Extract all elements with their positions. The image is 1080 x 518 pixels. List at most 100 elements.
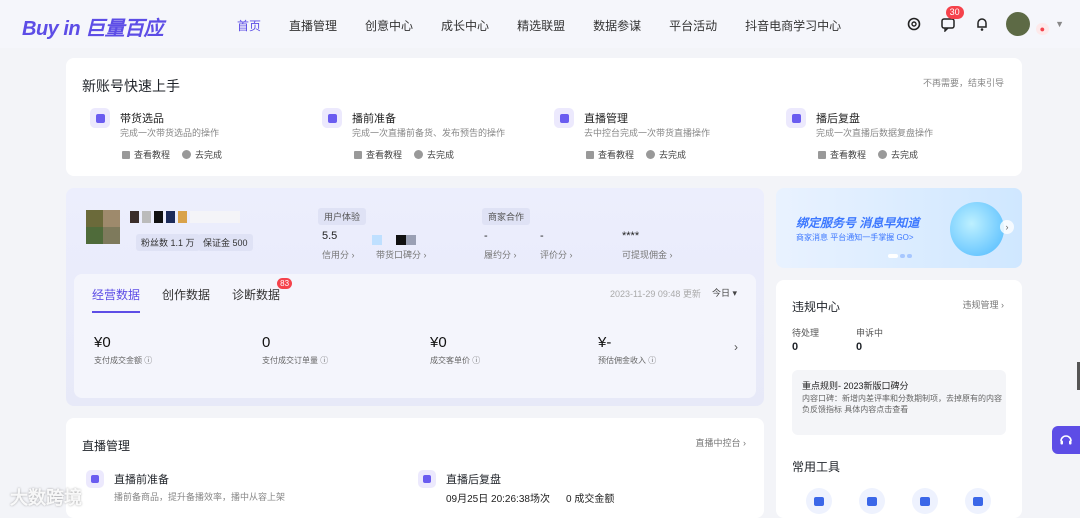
violation-manage-link[interactable]: 违规管理 › bbox=[963, 298, 1005, 311]
pre-live-name[interactable]: 直播前准备 bbox=[114, 471, 169, 487]
onboarding-guide-card: 新账号快速上手 不再需要，结束引导 带货选品 完成一次带货选品的操作 查看教程 … bbox=[66, 58, 1022, 176]
credit-score-link[interactable]: 信用分 › bbox=[322, 248, 355, 261]
pending-value: 0 bbox=[792, 341, 799, 353]
mascot-illustration bbox=[950, 202, 1004, 256]
prep-icon bbox=[86, 470, 104, 488]
nav-item-home[interactable]: 首页 bbox=[237, 17, 261, 34]
go-complete-link[interactable]: 去完成 bbox=[182, 148, 222, 161]
kpi-commission: ¥- 预估佣金收入 ⓘ bbox=[598, 334, 656, 366]
key-rule-notice[interactable]: 重点规则- 2023新版口碑分 内容口碑：新增内差评率和分数期制项，去掉原有的内… bbox=[792, 370, 1006, 435]
nav-item-live[interactable]: 直播管理 bbox=[289, 17, 337, 34]
nav-item-data[interactable]: 数据参谋 bbox=[593, 17, 641, 34]
post-live-name[interactable]: 直播后复盘 bbox=[446, 471, 501, 487]
chevron-down-icon[interactable]: ▼ bbox=[1055, 19, 1064, 29]
kpi-label: 成交客单价 ⓘ bbox=[430, 356, 481, 365]
banner-subtitle: 商家消息 平台通知一手掌握 GO> bbox=[796, 233, 914, 242]
ticket-tool-icon[interactable] bbox=[912, 488, 938, 514]
fans-count-badge: 粉丝数 1.1 万 bbox=[136, 234, 200, 251]
commission-value: **** bbox=[622, 230, 640, 242]
chevron-right-icon[interactable]: › bbox=[734, 340, 738, 354]
performance-score-link[interactable]: 履约分 › bbox=[484, 248, 517, 261]
nav-item-growth[interactable]: 成长中心 bbox=[441, 17, 489, 34]
carousel-next-icon[interactable]: › bbox=[1000, 220, 1014, 234]
carousel-dots[interactable] bbox=[888, 254, 914, 258]
settings-icon[interactable] bbox=[902, 12, 926, 36]
kpi-label: 支付成交订单量 ⓘ bbox=[262, 356, 329, 365]
nav-item-alliance[interactable]: 精选联盟 bbox=[517, 17, 565, 34]
video-tool-icon[interactable] bbox=[806, 488, 832, 514]
avatar[interactable] bbox=[1005, 12, 1030, 36]
message-icon[interactable]: 30 bbox=[936, 6, 964, 36]
brand-logo[interactable]: Buy in 巨量百应 bbox=[22, 12, 164, 41]
kpi-orders: 0 支付成交订单量 ⓘ bbox=[262, 334, 328, 366]
kpi-value: ¥- bbox=[598, 334, 612, 351]
update-timestamp: 2023-11-29 09:48 更新 bbox=[610, 289, 701, 299]
kpi-value: 0 bbox=[262, 334, 271, 351]
tab-diagnosis-data[interactable]: 诊断数据 83 bbox=[232, 278, 293, 303]
kpi-label: 支付成交金额 ⓘ bbox=[94, 356, 153, 365]
bag-icon bbox=[90, 108, 110, 128]
appeal-value: 0 bbox=[856, 341, 863, 353]
go-complete-link[interactable]: 去完成 bbox=[878, 148, 918, 161]
kpi-gmv: ¥0 支付成交金额 ⓘ bbox=[94, 334, 152, 366]
nav-item-activity[interactable]: 平台活动 bbox=[669, 17, 717, 34]
evaluation-score-value: - bbox=[540, 230, 544, 242]
violation-center-card: 违规中心 违规管理 › 待处理 0 申诉中 0 重点规则- 2023新版口碑分 … bbox=[776, 280, 1022, 518]
performance-score-value: - bbox=[484, 230, 488, 242]
view-tutorial-link[interactable]: 查看教程 bbox=[586, 148, 634, 161]
kpi-avg-order: ¥0 成交客单价 ⓘ bbox=[430, 334, 480, 366]
go-complete-link[interactable]: 去完成 bbox=[414, 148, 454, 161]
video-icon bbox=[554, 108, 574, 128]
diagnosis-badge: 83 bbox=[277, 278, 293, 289]
book-icon bbox=[818, 150, 826, 159]
bell-icon[interactable] bbox=[970, 12, 994, 36]
service-account-banner[interactable]: 绑定服务号 消息早知道 商家消息 平台通知一手掌握 GO> › bbox=[776, 188, 1022, 268]
step-name: 带货选品 bbox=[120, 113, 164, 125]
bag-tool-icon[interactable] bbox=[859, 488, 885, 514]
watermark: 大数跨境 bbox=[10, 488, 82, 508]
user-level-badge: ● bbox=[1035, 23, 1050, 35]
tab-diagnosis-label: 诊断数据 bbox=[232, 288, 281, 302]
main-nav: 首页 直播管理 创意中心 成长中心 精选联盟 数据参谋 平台活动 抖音电商学习中… bbox=[237, 17, 869, 34]
chart-icon bbox=[786, 108, 806, 128]
go-complete-link[interactable]: 去完成 bbox=[646, 148, 686, 161]
withdrawable-commission-link[interactable]: 可提现佣金 › bbox=[622, 248, 673, 261]
step-name: 直播管理 bbox=[584, 113, 628, 125]
account-avatar[interactable] bbox=[86, 210, 120, 244]
customer-service-button[interactable] bbox=[1052, 426, 1080, 454]
headset-icon bbox=[1060, 435, 1072, 445]
live-console-link[interactable]: 直播中控台 › bbox=[696, 436, 747, 449]
step-desc: 完成一次直播后数据复盘操作 bbox=[816, 128, 934, 138]
reputation-score-link[interactable]: 带货口碑分 › bbox=[376, 248, 427, 261]
date-range-dropdown[interactable]: 今日 ▾ bbox=[712, 286, 737, 299]
top-icons: 30 ● ▼ bbox=[892, 6, 1064, 38]
credit-score-value: 5.5 bbox=[322, 230, 338, 242]
tab-business-data[interactable]: 经营数据 bbox=[92, 286, 141, 313]
account-name-redacted bbox=[130, 211, 240, 223]
violation-title: 违规中心 bbox=[792, 300, 841, 314]
nav-item-learning[interactable]: 抖音电商学习中心 bbox=[745, 17, 841, 34]
end-guide-link[interactable]: 不再需要，结束引导 bbox=[923, 76, 1004, 89]
book-icon bbox=[122, 150, 130, 159]
book-icon bbox=[354, 150, 362, 159]
evaluation-score-link[interactable]: 评价分 › bbox=[540, 248, 573, 261]
arrow-circle-icon bbox=[646, 150, 656, 159]
nav-item-creative[interactable]: 创意中心 bbox=[365, 17, 413, 34]
step-desc: 完成一次直播前备货、发布预告的操作 bbox=[352, 128, 506, 138]
view-tutorial-link[interactable]: 查看教程 bbox=[818, 148, 866, 161]
rule-text: 内容口碑：新增内差评率和分数期制项，去掉原有的内容负反馈指标 具体内容点击查看 bbox=[802, 394, 1002, 414]
account-overview-card: 粉丝数 1.1 万 保证金 500 用户体验 商家合作 5.5 信用分 › 带货… bbox=[66, 188, 764, 406]
arrow-circle-icon bbox=[878, 150, 888, 159]
book-icon bbox=[586, 150, 594, 159]
appeal-label: 申诉中 bbox=[856, 328, 884, 338]
merchant-cooperation-tag: 商家合作 bbox=[482, 208, 531, 225]
chart-tool-icon[interactable] bbox=[965, 488, 991, 514]
kpi-value: ¥0 bbox=[94, 334, 111, 351]
view-tutorial-link[interactable]: 查看教程 bbox=[354, 148, 402, 161]
tab-creation-data[interactable]: 创作数据 bbox=[162, 286, 210, 303]
kpi-value: ¥0 bbox=[430, 334, 447, 351]
common-tools-title: 常用工具 bbox=[792, 460, 841, 474]
review-icon bbox=[418, 470, 436, 488]
reputation-value-redacted-2 bbox=[396, 235, 406, 245]
view-tutorial-link[interactable]: 查看教程 bbox=[122, 148, 170, 161]
